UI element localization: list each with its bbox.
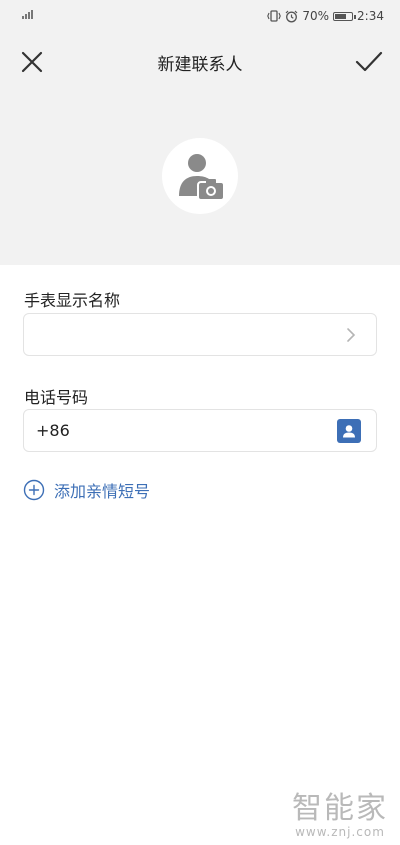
add-short-number-button[interactable]: 添加亲情短号: [23, 478, 150, 502]
contact-book-icon: [343, 425, 355, 438]
chevron-right-icon: [347, 328, 356, 342]
watermark-logo: 智能家: [292, 791, 388, 826]
avatar-button[interactable]: [162, 138, 238, 214]
signal-icon: [22, 10, 33, 19]
page-title: 新建联系人: [157, 55, 243, 75]
add-short-number-label: 添加亲情短号: [54, 482, 151, 501]
phone-field[interactable]: [23, 409, 377, 452]
battery-percent: 70%: [302, 9, 330, 23]
display-name-label: 手表显示名称: [24, 291, 121, 310]
battery-level: [335, 13, 346, 19]
watermark: 智能家 www.znj.com: [292, 783, 388, 839]
display-name-input[interactable]: [36, 314, 326, 355]
check-icon: [355, 51, 383, 72]
phone-input[interactable]: [36, 410, 326, 451]
status-right: 70% 2:34: [267, 9, 384, 23]
status-time: 2:34: [357, 9, 384, 23]
confirm-button[interactable]: [354, 48, 384, 76]
avatar-camera-icon: [179, 154, 225, 201]
title-bar: 新建联系人: [0, 40, 400, 84]
watermark-url: www.znj.com: [295, 825, 385, 839]
vibrate-icon: [267, 10, 282, 22]
phone-label: 电话号码: [24, 388, 89, 407]
battery-icon: [333, 11, 357, 21]
status-bar: 70% 2:34: [0, 0, 400, 36]
display-name-field[interactable]: [23, 313, 377, 356]
contact-picker-button[interactable]: [337, 419, 361, 443]
add-circle-icon: [23, 479, 45, 501]
alarm-icon: [285, 10, 298, 22]
